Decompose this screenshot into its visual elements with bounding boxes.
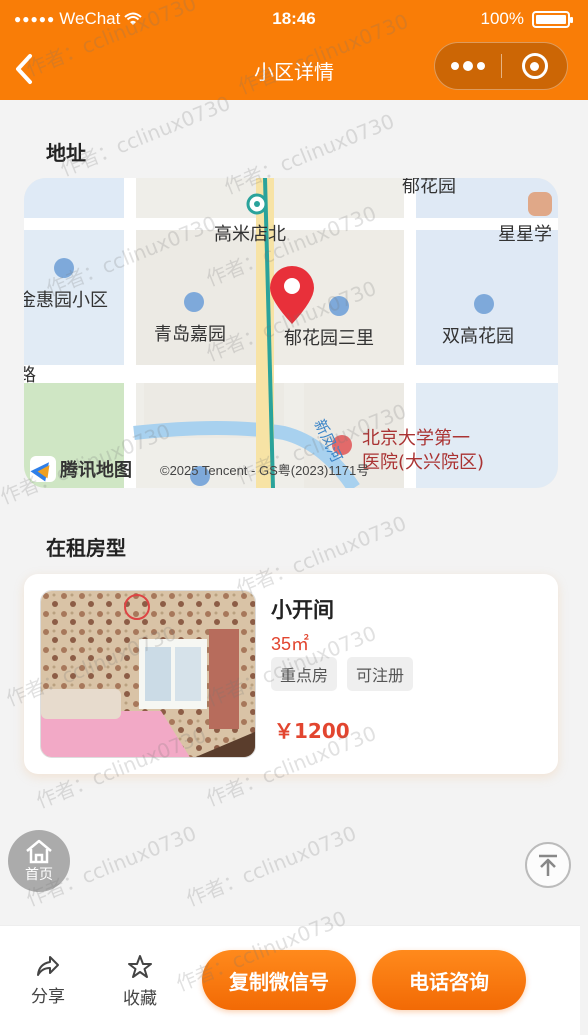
mini-program-capsule (434, 42, 568, 90)
listing-price: ￥1200 (274, 719, 350, 743)
battery-icon (532, 10, 573, 28)
listing-area: 35㎡ (271, 634, 310, 654)
watermark: 作者：cclinux0730 (56, 90, 234, 181)
map-label-yuhua: 郁花园三里 (284, 328, 374, 349)
star-icon (128, 955, 152, 978)
map-brand-name: 腾讯地图 (60, 460, 132, 481)
listing-tag: 重点房 (271, 657, 338, 691)
share-label: 分享 (31, 987, 65, 1007)
home-button-label: 首页 (25, 867, 53, 883)
map-label-qingdao: 青岛嘉园 (154, 324, 226, 345)
section-title-address: 地址 (46, 141, 86, 165)
arrow-up-icon (539, 854, 557, 876)
listing-tags: 重点房 可注册 (271, 657, 414, 691)
close-mini-program-icon[interactable] (502, 43, 567, 89)
home-button[interactable]: 首页 (8, 830, 70, 892)
more-dots-icon[interactable] (435, 43, 501, 89)
map-brand: 腾讯地图 (30, 456, 132, 482)
status-bar: ●●●●● WeChat 18:46 100% (0, 0, 588, 38)
map-label-hospital-line2: 医院(大兴院区) (362, 452, 485, 473)
nav-bar: 小区详情 (0, 38, 588, 100)
battery-percent: 100% (480, 9, 524, 28)
section-title-rental-types: 在租房型 (46, 536, 126, 560)
copy-wechat-button[interactable]: 复制微信号 (202, 950, 356, 1010)
map-label-hospital-line1: 北京大学第一 (362, 428, 470, 449)
share-icon (37, 956, 59, 976)
back-to-top-button[interactable] (525, 842, 571, 888)
listing-photo (40, 590, 256, 758)
share-button[interactable]: 分享 (18, 954, 78, 1007)
map-label-road: 路 (24, 365, 36, 386)
map-label-star: 星星学 (498, 224, 552, 245)
favorite-label: 收藏 (123, 989, 157, 1009)
battery: 100% (480, 9, 573, 29)
phone-consult-button[interactable]: 电话咨询 (372, 950, 526, 1010)
top-bar: ●●●●● WeChat 18:46 100% 小区详情 (0, 0, 588, 100)
map-label-huiyuan: 金惠园小区 (24, 290, 108, 311)
home-icon (26, 839, 52, 864)
map-label-shuanggao: 双高花园 (442, 326, 514, 347)
listing-tag: 可注册 (347, 657, 414, 691)
map-copyright: ©2025 Tencent - GS粤(2023)1171号 (160, 463, 370, 478)
bottom-action-bar: 分享 收藏 复制微信号 电话咨询 (0, 925, 580, 1035)
watermark: 作者：cclinux0730 (182, 820, 360, 911)
map-view[interactable]: 郁花园 高米店北 星星学 金惠园小区 青岛嘉园 郁花园三里 双高花园 路 新凤河… (24, 178, 558, 488)
map-label-gaomi-station: 高米店北 (214, 224, 286, 245)
map-label-north: 郁花园 (402, 178, 456, 197)
listing-card[interactable]: 小开间 35㎡ 重点房 可注册 ￥1200 (24, 574, 558, 774)
tencent-map-logo-icon (30, 456, 56, 482)
favorite-button[interactable]: 收藏 (110, 954, 170, 1009)
listing-name: 小开间 (271, 598, 334, 622)
